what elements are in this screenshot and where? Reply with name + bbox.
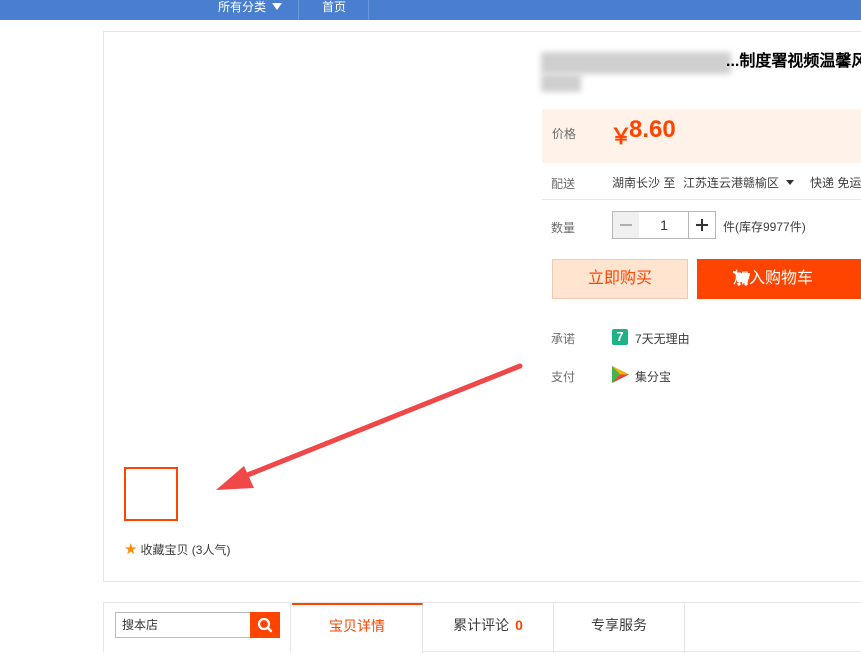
quantity-decrease-button[interactable]: [612, 211, 640, 239]
product-title: ...制度署视频温馨风: [541, 52, 861, 94]
seven-day-return-icon: 7: [612, 329, 628, 345]
add-to-cart-button[interactable]: 加入购物车: [697, 259, 861, 299]
quantity-increase-button[interactable]: [688, 211, 716, 239]
price-box: 价格 ￥ 8.60: [542, 109, 861, 163]
product-title-text: ...制度署视频温馨风: [726, 52, 861, 72]
buy-now-button[interactable]: 立即购买: [552, 259, 688, 299]
tab-label: 累计评论: [453, 617, 509, 633]
detail-tabs: 宝贝详情 累计评论 0 专享服务: [292, 602, 861, 652]
caret-down-icon: [786, 180, 794, 185]
tab-label: 宝贝详情: [329, 618, 385, 634]
review-count: 0: [515, 617, 523, 633]
tab-reviews[interactable]: 累计评论 0: [423, 603, 554, 653]
shipping-label: 配送: [551, 175, 575, 192]
tab-label: 专享服务: [591, 617, 647, 633]
shipping-method: 快递 免运: [810, 174, 861, 191]
search-icon: [250, 612, 280, 638]
annotation-arrow: [0, 0, 861, 643]
title-blur: [541, 74, 581, 92]
shop-search-input[interactable]: 搜本店: [115, 612, 251, 638]
promise-label: 承诺: [551, 330, 575, 347]
payment-label: 支付: [551, 368, 575, 385]
cart-icon: [733, 271, 750, 286]
search-button[interactable]: [250, 612, 280, 638]
jifenbao-icon: [612, 366, 629, 383]
promise-text[interactable]: 7天无理由: [635, 330, 690, 347]
quantity-label: 数量: [551, 219, 575, 236]
payment-text: 集分宝: [635, 368, 671, 385]
divider: [542, 199, 861, 200]
price-label: 价格: [552, 125, 576, 142]
quantity-input[interactable]: 1: [639, 211, 689, 239]
tab-item-details[interactable]: 宝贝详情: [292, 603, 423, 653]
stock-text: 件(库存9977件): [723, 218, 806, 235]
shipping-destination-select[interactable]: 江苏连云港赣榆区: [683, 174, 794, 191]
price-value: 8.60: [629, 116, 676, 144]
shipping-destination: 江苏连云港赣榆区: [683, 176, 779, 190]
title-blur: [541, 52, 731, 74]
shipping-origin: 湖南长沙 至: [612, 174, 675, 191]
tab-exclusive-services[interactable]: 专享服务: [554, 603, 685, 653]
